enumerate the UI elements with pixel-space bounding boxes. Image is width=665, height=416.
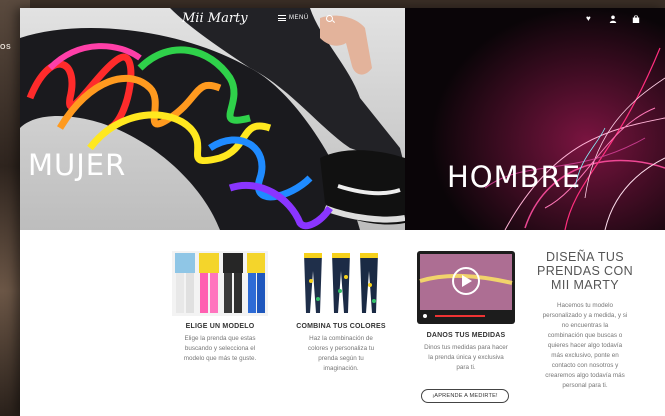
bag-icon[interactable] [632, 15, 640, 25]
step-title: COMBINA TUS COLORES [296, 323, 386, 330]
step-elige-modelo: ELIGE UN MODELO Elige la prenda que esta… [162, 323, 278, 364]
background-text-fragment: OS [0, 44, 12, 51]
hero-mujer-title: MUJER [28, 148, 127, 182]
search-icon[interactable] [326, 15, 333, 22]
leggings-thumbnail [300, 251, 384, 319]
aprende-a-medirte-button[interactable]: ¡APRENDE A MEDIRTE! [421, 389, 509, 403]
design-description: Hacemos tu modelo personalizado y a medid… [542, 302, 628, 389]
step-text: Dinos tus medidas para hacer la prenda ún… [424, 344, 508, 371]
design-heading: DISEÑA TUS PRENDAS CON MII MARTY [536, 250, 634, 292]
leggings-photo [20, 8, 405, 230]
light-trails-photo [405, 8, 665, 230]
menu-button[interactable]: MENÚ [278, 15, 309, 21]
menu-label: MENÚ [289, 15, 309, 21]
measure-video-player[interactable] [417, 251, 515, 324]
site-header: Mii Marty MENÚ ♥ [20, 8, 665, 34]
step-danos-medidas: DANOS TUS MEDIDAS Dinos tus medidas para… [405, 332, 527, 373]
heart-icon[interactable]: ♥ [586, 15, 591, 23]
video-frame [419, 254, 513, 321]
step-title: DANOS TUS MEDIDAS [426, 332, 506, 339]
hero-hombre-banner[interactable]: HOMBRE [405, 8, 665, 230]
models-thumbnail [172, 251, 268, 316]
step-text: Haz la combinación de colores y personali… [307, 335, 375, 372]
step-text: Elige la prenda que estas buscando y sele… [183, 335, 257, 362]
step-combina-colores: COMBINA TUS COLORES Haz la combinación d… [286, 323, 396, 374]
hero-mujer-banner[interactable]: MUJER [20, 8, 405, 230]
site-logo[interactable]: Mii Marty [182, 11, 248, 26]
homepage: MUJER HOMBRE Mii Marty MENÚ ♥ ELIGE UN M… [20, 8, 665, 416]
user-icon[interactable] [609, 15, 617, 25]
hero-hombre-title: HOMBRE [447, 160, 582, 194]
hamburger-icon [278, 15, 286, 21]
step-title: ELIGE UN MODELO [185, 323, 255, 330]
